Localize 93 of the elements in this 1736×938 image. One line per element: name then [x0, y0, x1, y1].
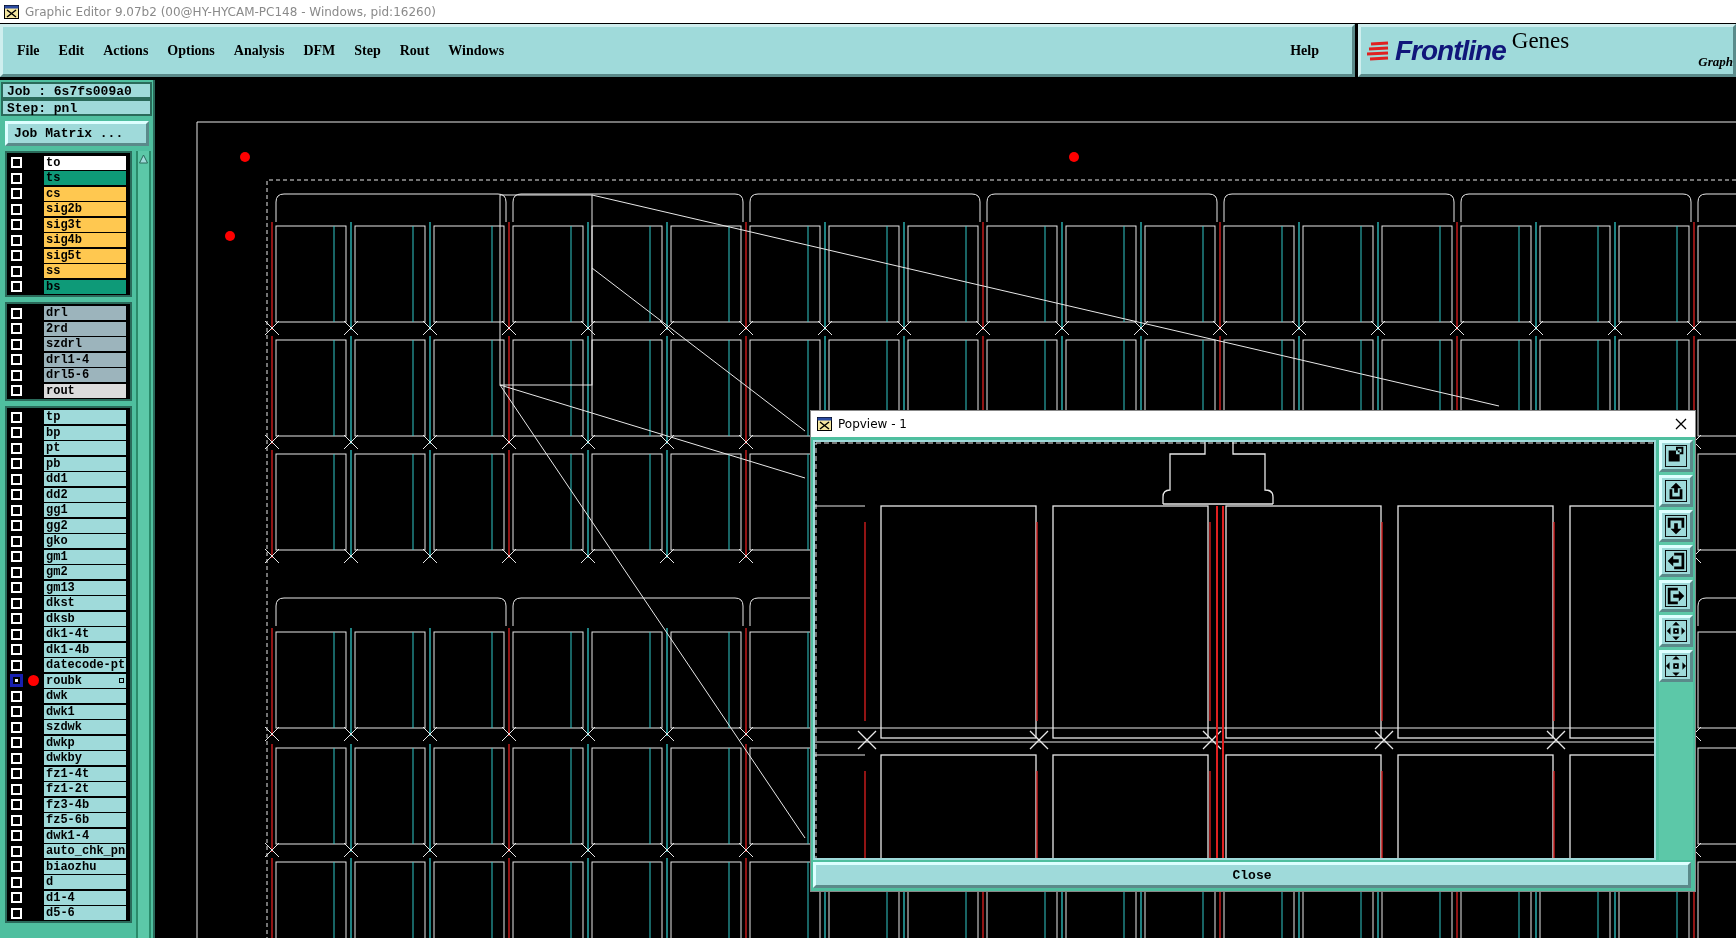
layer-name[interactable]: dwkby: [44, 751, 126, 766]
step-name: Step: pnl: [1, 99, 152, 116]
layer-name[interactable]: 2rd: [44, 321, 126, 336]
zoom-in-icon: [1665, 620, 1687, 642]
layer-name[interactable]: dd2: [44, 487, 126, 502]
toolbar-button[interactable]: [1659, 580, 1693, 612]
layer-name[interactable]: szdwk: [44, 720, 126, 735]
fiducial-marker: [225, 231, 235, 241]
layer-name[interactable]: bp: [44, 425, 126, 440]
toolbar-button[interactable]: [1659, 615, 1693, 647]
move-up-icon: [1665, 480, 1687, 502]
menu-item[interactable]: Analysis: [233, 42, 285, 59]
layer-name[interactable]: gko: [44, 534, 126, 549]
layer-name[interactable]: gm1: [44, 549, 126, 564]
menu-item[interactable]: Windows: [448, 42, 505, 59]
layer-name[interactable]: pt: [44, 441, 126, 456]
close-icon: [1675, 418, 1687, 430]
toolbar-button[interactable]: [1659, 475, 1693, 507]
menu-item[interactable]: Options: [167, 42, 215, 59]
layer-name[interactable]: dwkp: [44, 735, 126, 750]
layer-name[interactable]: ss: [44, 264, 126, 279]
product-tagline: Graph: [1698, 54, 1733, 70]
layer-name[interactable]: dk1-4b: [44, 642, 126, 657]
menu-item[interactable]: Edit: [58, 42, 85, 59]
fiducial-marker: [240, 152, 250, 162]
layer-name[interactable]: datecode-pt: [44, 658, 126, 673]
layer-name[interactable]: dwk: [44, 689, 126, 704]
job-name: Job : 6s7fs009a0: [1, 82, 152, 99]
layer-name[interactable]: sig5t: [44, 248, 126, 263]
layer-name[interactable]: dwk1: [44, 704, 126, 719]
layer-name[interactable]: to: [44, 155, 126, 170]
zoom-window-icon: [1665, 445, 1687, 467]
layer-name[interactable]: fz5-6b: [44, 813, 126, 828]
help-menu[interactable]: Help: [1290, 42, 1319, 59]
brand-logo: Frontline: [1395, 34, 1506, 67]
layer-name[interactable]: sig3t: [44, 217, 126, 232]
layer-name[interactable]: ts: [44, 171, 126, 186]
scroll-up-icon[interactable]: [139, 154, 148, 164]
window-title: Graphic Editor 9.07b2 (00@HY-HYCAM-PC148 - Windows, pid:16260): [25, 4, 436, 19]
layer-name[interactable]: gm13: [44, 580, 126, 595]
move-down-icon: [1665, 515, 1687, 537]
app-icon: [4, 4, 19, 19]
layer-name[interactable]: gg1: [44, 503, 126, 518]
scrollbar[interactable]: [136, 151, 151, 938]
layer-name[interactable]: gm2: [44, 565, 126, 580]
layer-name[interactable]: fz1-4t: [44, 766, 126, 781]
layer-name[interactable]: biaozhu: [44, 859, 126, 874]
layer-name[interactable]: d: [44, 875, 126, 890]
menu-item[interactable]: Actions: [103, 42, 149, 59]
layer-name[interactable]: fz3-4b: [44, 797, 126, 812]
move-right-icon: [1665, 585, 1687, 607]
zoom-out-icon: [1665, 655, 1687, 677]
layer-name[interactable]: d1-4: [44, 890, 126, 905]
menu-item[interactable]: Step: [354, 42, 381, 59]
layer-name[interactable]: dk1-4t: [44, 627, 126, 642]
popup-title: Popview - 1: [838, 417, 908, 431]
layer-name[interactable]: fz1-2t: [44, 782, 126, 797]
move-left-icon: [1665, 550, 1687, 572]
menu-item[interactable]: DFM: [303, 42, 336, 59]
layer-name[interactable]: gg2: [44, 518, 126, 533]
toolbar-button[interactable]: [1659, 545, 1693, 577]
layer-name[interactable]: cs: [44, 186, 126, 201]
layer-name[interactable]: dkst: [44, 596, 126, 611]
layer-name[interactable]: dksb: [44, 611, 126, 626]
layer-name[interactable]: sig4b: [44, 233, 126, 248]
layer-name[interactable]: drl1-4: [44, 352, 126, 367]
toolbar-button[interactable]: [1659, 440, 1693, 472]
layer-name[interactable]: drl5-6: [44, 368, 126, 383]
layer-name[interactable]: dd1: [44, 472, 126, 487]
fiducial-marker: [1069, 152, 1079, 162]
layer-name[interactable]: dwk1-4: [44, 828, 126, 843]
layer-row[interactable]: roubk: [44, 673, 126, 688]
layer-name[interactable]: auto_chk_pn: [44, 844, 126, 859]
menu-item[interactable]: Rout: [399, 42, 430, 59]
layer-name: roubk: [46, 673, 82, 688]
job-matrix-button[interactable]: Job Matrix ...: [5, 121, 149, 146]
layer-name[interactable]: tp: [44, 410, 126, 425]
layer-name[interactable]: pb: [44, 456, 126, 471]
layer-name[interactable]: bs: [44, 279, 126, 294]
layer-name[interactable]: szdrl: [44, 337, 126, 352]
menu-item[interactable]: File: [17, 42, 40, 59]
layer-name[interactable]: drl: [44, 306, 126, 321]
work-layer-icon: [28, 675, 39, 687]
layer-checkbox[interactable]: [11, 675, 22, 687]
layer-name[interactable]: rout: [44, 383, 126, 398]
toolbar-button[interactable]: [1659, 510, 1693, 542]
layer-name[interactable]: d5-6: [44, 906, 126, 921]
layer-name[interactable]: sig2b: [44, 202, 126, 217]
close-button[interactable]: Close: [813, 862, 1691, 888]
toolbar-button[interactable]: [1659, 650, 1693, 682]
app-icon: [817, 417, 832, 431]
speed-lines-icon: [1367, 39, 1389, 62]
product-name: Genes: [1511, 28, 1570, 54]
